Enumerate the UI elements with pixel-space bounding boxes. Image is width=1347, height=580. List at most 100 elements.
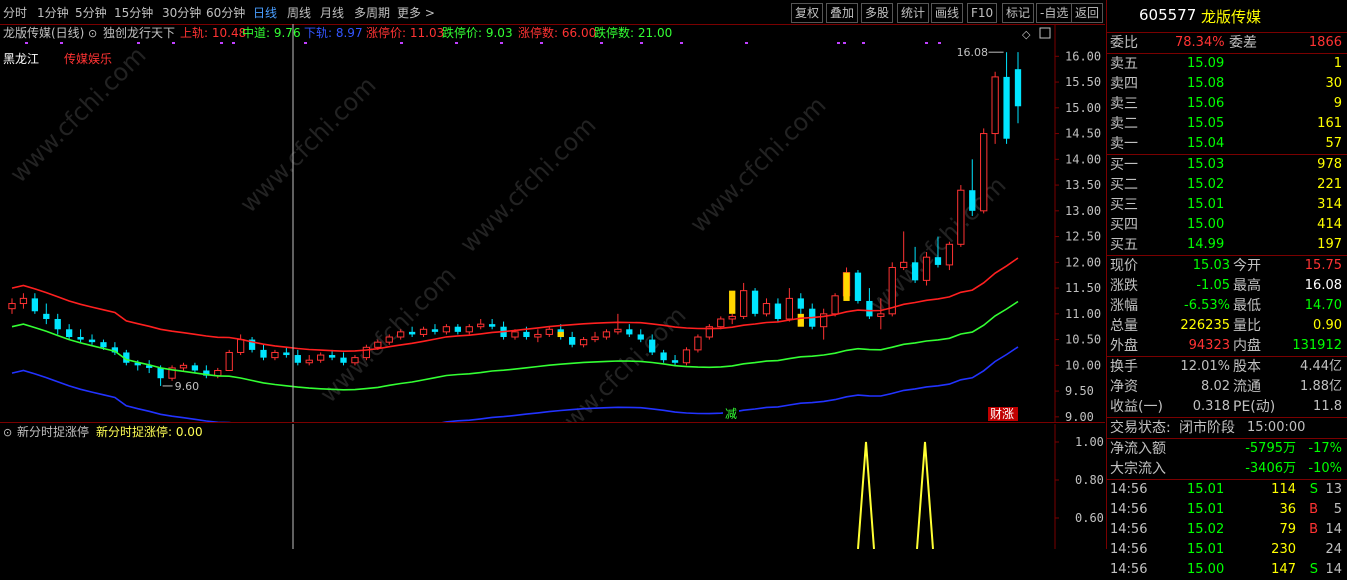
tick-price: 15.00	[1187, 562, 1225, 577]
toolbar-button-6[interactable]: 标记	[1002, 3, 1035, 23]
stat-label: 外盘	[1110, 338, 1138, 354]
ask-row: 卖一 15.04 57	[1107, 134, 1347, 154]
candle-body	[739, 290, 748, 317]
toolbar-button-8[interactable]: 返回	[1071, 3, 1104, 23]
indicator-dropdown-icon: ⊙	[88, 27, 97, 40]
candle-body	[945, 243, 954, 266]
stat-value: 94323	[1188, 338, 1230, 353]
stat-label: 股本	[1233, 359, 1261, 375]
candle-body	[431, 329, 439, 332]
toolbar-button-1[interactable]: 叠加	[826, 3, 859, 23]
signal-dot	[137, 42, 140, 44]
candle-body	[866, 300, 873, 317]
ask-volume: 1	[1333, 56, 1342, 71]
low-price-label: 9.60	[175, 380, 200, 393]
period-tab-2[interactable]: 5分钟	[75, 4, 107, 21]
quote-panel: 605577 龙版传媒 委比 78.34% 委差 1866 卖五 15.09 1 卖四…	[1106, 0, 1347, 577]
tick-count: 24	[1325, 542, 1342, 557]
bid-price: 14.99	[1187, 237, 1225, 252]
candle-body	[340, 357, 347, 363]
sub-indicator-chart[interactable]: ⊙ 新分时捉涨停 新分时捉涨停: 0.00 1.00 0.80 0.60	[0, 424, 1105, 549]
status-value: 闭市阶段	[1179, 420, 1235, 436]
bid-label: 买四	[1110, 217, 1138, 233]
chart-title: 龙版传媒(日线)	[3, 25, 84, 40]
tick-row: 14:56 15.01 230 24	[1107, 540, 1347, 560]
stock-name: 龙版传媒	[1201, 8, 1262, 26]
candle-body	[19, 297, 28, 305]
toolbar-button-4[interactable]: 画线	[931, 3, 964, 23]
indicator-param: 下轨: 8.97	[304, 26, 363, 40]
period-tab-10[interactable]: 更多 >	[397, 4, 435, 21]
period-tab-7[interactable]: 周线	[287, 4, 311, 21]
high-price-label: 16.08	[957, 46, 989, 59]
period-tab-5[interactable]: 60分钟	[206, 4, 245, 21]
toolbar-button-3[interactable]: 统计	[897, 3, 930, 23]
ask-price: 15.09	[1187, 56, 1225, 71]
candle-body	[385, 336, 393, 343]
bid-row: 买三 15.01 314	[1107, 195, 1347, 215]
ask-price: 15.08	[1187, 76, 1225, 91]
signal-dot	[680, 42, 683, 44]
period-tab-8[interactable]: 月线	[320, 4, 344, 21]
main-kline-chart[interactable]: 16.00 15.50 15.00 14.50 14.00 13.50 13.00 12.50…	[0, 24, 1105, 422]
tick-volume: 114	[1271, 482, 1296, 497]
bid-label: 买二	[1110, 177, 1138, 193]
sub-y-tick-label: 0.80	[1075, 473, 1104, 487]
candle-body	[511, 331, 519, 338]
limit-marker: 财涨	[990, 406, 1014, 421]
indicator-param: 涨停价: 11.03	[366, 25, 444, 40]
period-tab-9[interactable]: 多周期	[354, 4, 390, 21]
signal-dot	[938, 42, 941, 44]
candle-body	[762, 303, 771, 315]
candle-body	[649, 339, 656, 353]
stat-value: 0.90	[1313, 318, 1342, 333]
bid-volume: 314	[1317, 197, 1342, 212]
indicator-param: 中道: 9.76	[242, 25, 301, 40]
region-tag: 黑龙江	[3, 52, 39, 66]
tick-side: B	[1309, 522, 1318, 537]
signal-candle	[843, 272, 850, 301]
stat-row: 现价 15.03 今开 15.75	[1107, 256, 1347, 276]
period-tab-1[interactable]: 1分钟	[37, 4, 69, 21]
stat-label: 内盘	[1233, 338, 1261, 354]
toolbar-button-7[interactable]: -自选	[1036, 3, 1073, 23]
indicator-param: 跌停价: 9.03	[442, 25, 513, 40]
stat-label: 今开	[1233, 258, 1261, 274]
tick-count: 14	[1325, 522, 1342, 537]
toolbar-button-5[interactable]: F10	[967, 3, 998, 23]
candle-body	[579, 339, 588, 346]
stat-value: 11.8	[1313, 399, 1342, 414]
candle-body	[8, 303, 16, 310]
ask-price: 15.06	[1187, 96, 1225, 111]
signal-dot	[304, 42, 307, 44]
tick-list[interactable]: 14:56 15.01 114 S 13 14:56 15.01 36 B 5 14:56 15.02…	[1107, 480, 1347, 580]
tick-row: 14:56 15.02 79 B 14	[1107, 520, 1347, 540]
toolbar-button-2[interactable]: 多股	[861, 3, 894, 23]
period-tab-3[interactable]: 15分钟	[114, 4, 153, 21]
period-tab-6[interactable]: 日线	[253, 4, 277, 21]
stat-value: 12.01%	[1180, 359, 1230, 374]
stat-label: 最低	[1233, 298, 1261, 314]
stat-row: 总量 226235 量比 0.90	[1107, 316, 1347, 336]
candle-body	[534, 333, 542, 338]
stat-row: 涨幅 -6.53% 最低 14.70	[1107, 296, 1347, 316]
tick-row: 14:56 15.00 147 S 14	[1107, 560, 1347, 580]
stat-label: 现价	[1110, 258, 1138, 274]
signal-dot	[455, 42, 458, 44]
stat-label: 总量	[1110, 318, 1138, 334]
period-tab-4[interactable]: 30分钟	[162, 4, 201, 21]
candle-body	[362, 346, 371, 359]
toolbar-button-0[interactable]: 复权	[791, 3, 824, 23]
weicha-value: 1866	[1308, 35, 1342, 50]
candle-body	[54, 318, 61, 330]
watermark-text: www.cfchi.com	[454, 111, 601, 258]
period-tab-0[interactable]: 分时	[3, 4, 27, 21]
bid-row: 买一 15.03 978	[1107, 155, 1347, 175]
candle-body	[922, 256, 931, 281]
bid-label: 买三	[1110, 197, 1138, 213]
ask-volume: 9	[1333, 96, 1342, 111]
candle-body	[911, 262, 919, 281]
candle-body	[774, 303, 782, 319]
ask-price: 15.05	[1187, 116, 1225, 131]
candle-body	[408, 331, 416, 335]
